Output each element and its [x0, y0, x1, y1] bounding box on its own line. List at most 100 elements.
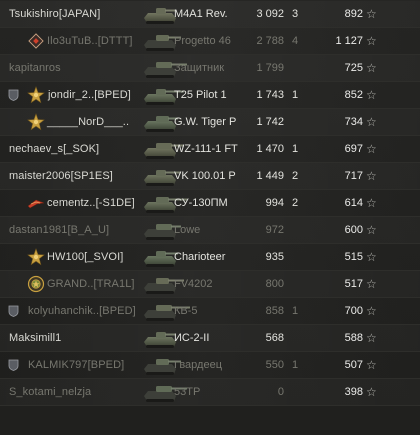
diamond-emblem-icon	[27, 32, 45, 50]
vehicle-name: Защитник	[174, 62, 225, 74]
player-name[interactable]: dastan1981[B_A_U]	[9, 224, 109, 236]
star-icon: ☆	[366, 223, 377, 237]
player-name[interactable]: kapitanros	[9, 62, 61, 74]
damage-value: 1 742	[256, 116, 284, 128]
battle-results-table: Tsukishiro[JAPAN] M4A1 Rev. 3 092 3 892 ☆ Ilo…	[0, 0, 420, 435]
xp-value: 725	[344, 62, 363, 74]
star-icon: ☆	[366, 277, 377, 291]
xp-value: 507	[344, 359, 363, 371]
vehicle-name: Charioteer	[174, 251, 226, 263]
vehicle-name: Lowe	[174, 224, 201, 236]
star-icon: ☆	[366, 196, 377, 210]
frags-value: 3	[291, 8, 299, 20]
vehicle-name: ИС-2-II	[174, 332, 210, 344]
shield-icon	[8, 305, 19, 317]
damage-value: 1 799	[256, 62, 284, 74]
vehicle-name: КВ-5	[174, 305, 198, 317]
damage-value: 2 788	[256, 35, 284, 47]
player-row[interactable]: S_kotami_nelzja 53TP 0 398 ☆	[0, 379, 420, 406]
xp-value: 600	[344, 224, 363, 236]
damage-value: 972	[265, 224, 284, 236]
damage-value: 1 743	[256, 89, 284, 101]
vehicle-name: 53TP	[174, 386, 201, 398]
star-icon: ☆	[366, 115, 377, 129]
xp-value: 734	[344, 116, 363, 128]
player-name[interactable]: kolyuhanchik..[BPED]	[28, 305, 136, 317]
player-row[interactable]: nechaev_s[_SOK] WZ-111-1 FT 1 470 1 697 ☆	[0, 136, 420, 163]
red-chevron-icon	[27, 194, 45, 212]
player-row[interactable]: maister2006[SP1ES] VK 100.01 P 1 449 2 717 ☆	[0, 163, 420, 190]
xp-value: 515	[344, 251, 363, 263]
star-icon: ☆	[366, 61, 377, 75]
player-name[interactable]: maister2006[SP1ES]	[9, 170, 113, 182]
player-row[interactable]: kapitanros Защитник 1 799 725 ☆	[0, 55, 420, 82]
damage-value: 994	[265, 197, 284, 209]
player-name[interactable]: cementz..[-S1DE]	[47, 197, 135, 209]
xp-value: 717	[344, 170, 363, 182]
frags-value: 2	[291, 170, 299, 182]
vehicle-name: M4A1 Rev.	[174, 8, 228, 20]
player-name[interactable]: HW100[_SVOI]	[47, 251, 123, 263]
vehicle-name: Progetto 46	[174, 35, 231, 47]
player-name[interactable]: KALMIK797[BPED]	[28, 359, 124, 371]
star-icon: ☆	[366, 250, 377, 264]
star-icon: ☆	[366, 331, 377, 345]
star-icon: ☆	[366, 7, 377, 21]
frags-value: 1	[291, 89, 299, 101]
player-row[interactable]: Maksimill1 ИС-2-II 568 588 ☆	[0, 325, 420, 352]
player-row[interactable]: Ilo3uTuB..[DTTT] Progetto 46 2 788 4 1 127 ☆	[0, 28, 420, 55]
player-row[interactable]: jondir_2..[BPED] T25 Pilot 1 1 743 1 852 ☆	[0, 82, 420, 109]
xp-value: 892	[344, 8, 363, 20]
player-name[interactable]: _____NorD___..	[47, 116, 129, 128]
player-row[interactable]: GRAND..[TRA1L] FV4202 800 517 ☆	[0, 271, 420, 298]
xp-value: 398	[344, 386, 363, 398]
gold-star-icon	[27, 113, 45, 131]
frags-value: 4	[291, 35, 299, 47]
damage-value: 935	[265, 251, 284, 263]
star-icon: ☆	[366, 169, 377, 183]
player-name[interactable]: Maksimill1	[9, 332, 61, 344]
shield-icon	[8, 89, 19, 101]
player-row[interactable]: dastan1981[B_A_U] Lowe 972 600 ☆	[0, 217, 420, 244]
xp-value: 697	[344, 143, 363, 155]
star-icon: ☆	[366, 304, 377, 318]
xp-value: 700	[344, 305, 363, 317]
vehicle-name: VK 100.01 P	[174, 170, 236, 182]
damage-value: 1 449	[256, 170, 284, 182]
xp-value: 517	[344, 278, 363, 290]
gold-star-icon	[27, 248, 45, 266]
player-name[interactable]: GRAND..[TRA1L]	[47, 278, 135, 290]
frags-value: 1	[291, 143, 299, 155]
damage-value: 800	[265, 278, 284, 290]
player-row[interactable]: _____NorD___.. G.W. Tiger P 1 742 734 ☆	[0, 109, 420, 136]
player-name[interactable]: Tsukishiro[JAPAN]	[9, 8, 100, 20]
player-row[interactable]: cementz..[-S1DE] СУ-130ПМ 994 2 614 ☆	[0, 190, 420, 217]
player-row[interactable]: KALMIK797[BPED] Гвардеец 550 1 507 ☆	[0, 352, 420, 379]
gold-star-icon	[27, 86, 45, 104]
gold-wreath-icon	[27, 275, 45, 293]
xp-value: 852	[344, 89, 363, 101]
xp-value: 614	[344, 197, 363, 209]
frags-value: 1	[291, 305, 299, 317]
player-name[interactable]: Ilo3uTuB..[DTTT]	[47, 35, 133, 47]
vehicle-name: T25 Pilot 1	[174, 89, 227, 101]
damage-value: 0	[277, 386, 284, 398]
vehicle-name: WZ-111-1 FT	[174, 143, 238, 155]
player-row[interactable]: kolyuhanchik..[BPED] КВ-5 858 1 700 ☆	[0, 298, 420, 325]
player-row[interactable]: Tsukishiro[JAPAN] M4A1 Rev. 3 092 3 892 ☆	[0, 1, 420, 28]
vehicle-name: СУ-130ПМ	[174, 197, 228, 209]
star-icon: ☆	[366, 34, 377, 48]
damage-value: 550	[265, 359, 284, 371]
xp-value: 1 127	[335, 35, 363, 47]
star-icon: ☆	[366, 88, 377, 102]
damage-value: 1 470	[256, 143, 284, 155]
damage-value: 858	[265, 305, 284, 317]
player-name[interactable]: nechaev_s[_SOK]	[9, 143, 99, 155]
star-icon: ☆	[366, 358, 377, 372]
player-name[interactable]: jondir_2..[BPED]	[48, 89, 131, 101]
vehicle-name: G.W. Tiger P	[174, 116, 237, 128]
player-row[interactable]: HW100[_SVOI] Charioteer 935 515 ☆	[0, 244, 420, 271]
player-name[interactable]: S_kotami_nelzja	[9, 386, 91, 398]
damage-value: 3 092	[256, 8, 284, 20]
damage-value: 568	[265, 332, 284, 344]
